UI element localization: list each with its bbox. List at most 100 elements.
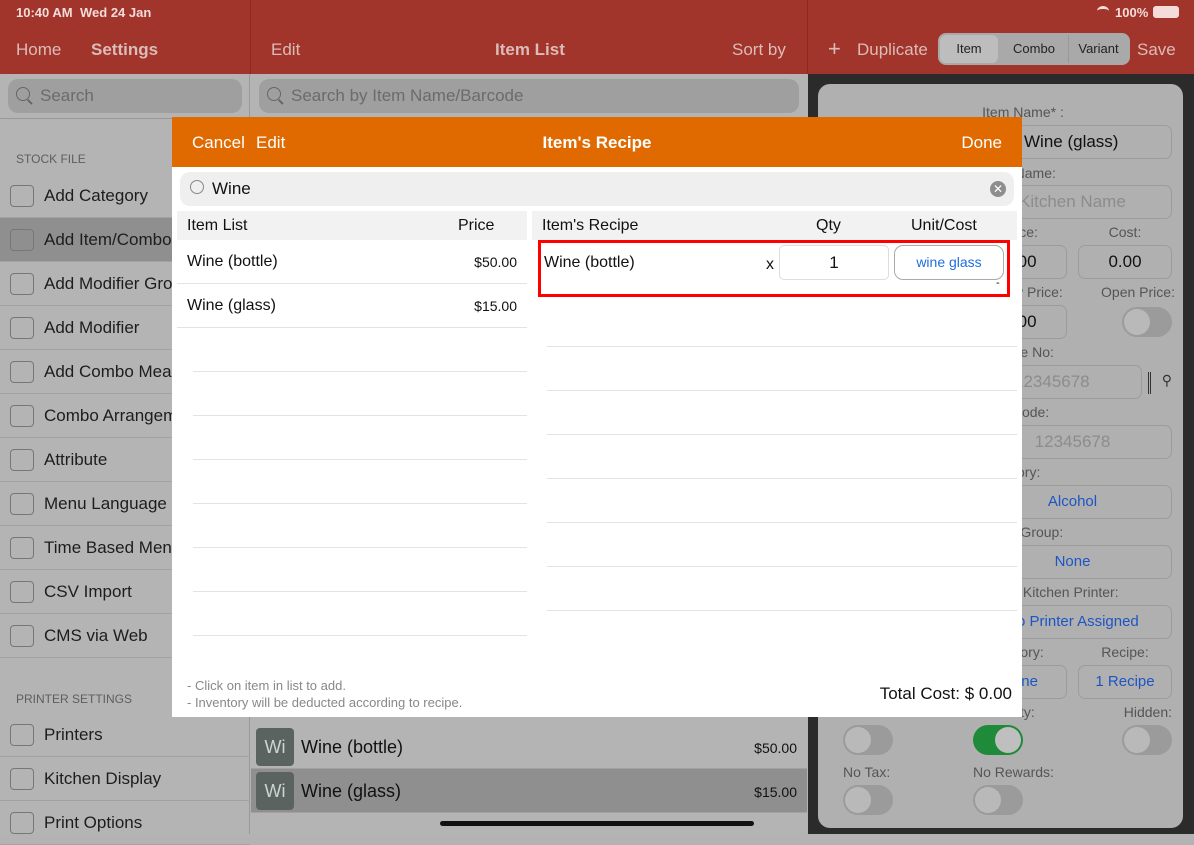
plus-icon[interactable]: + [828,36,841,62]
item-search-input[interactable]: Search by Item Name/Barcode [259,79,799,113]
empty-row [193,592,527,636]
available-item-price: $15.00 [474,298,517,314]
no-tax-label: No Tax: [843,764,891,780]
available-item-price: $50.00 [474,254,517,270]
combo-meal-icon [10,361,34,383]
qty-header: Qty [816,217,841,234]
sidebar-item-label: Attribute [44,450,108,469]
recipe-label: Recipe: [1101,644,1149,660]
sidebar-item[interactable]: Print Options [0,801,250,845]
sort-by-button[interactable]: Sort by [732,40,786,60]
modal-title: Item's Recipe [542,133,652,152]
empty-row [547,347,1017,391]
item-row[interactable]: Wi Wine (glass) $15.00 [251,769,807,813]
modal-header: Cancel Edit Item's Recipe Done [172,117,1022,167]
search-icon [267,87,281,101]
item-badge: Wi [256,772,294,810]
unit-button[interactable]: wine glass [894,245,1004,280]
qty-input[interactable]: 1 [779,245,889,280]
plus-square-icon [10,229,34,251]
tag-icon [10,449,34,471]
empty-row [547,567,1017,611]
times-sign: x [766,256,774,273]
arrangement-icon [10,405,34,427]
done-button[interactable]: Done [961,133,1002,153]
segment-item[interactable]: Item [940,35,998,63]
recipe-cost: - [996,277,1000,289]
battery-icon [1153,6,1179,18]
status-time: 10:40 AM [16,5,73,20]
total-cost: Total Cost: $ 0.00 [879,684,1012,703]
item-price: $15.00 [754,784,797,800]
sidebar-item[interactable]: Kitchen Display [0,757,250,801]
print-options-icon [10,812,34,834]
sidebar-item-label: Add Category [44,186,148,205]
recipe-button[interactable]: 1 Recipe [1078,665,1172,699]
empty-row [193,416,527,460]
segment-variant[interactable]: Variant [1068,35,1128,63]
empty-row [547,391,1017,435]
hidden-toggle[interactable] [1122,725,1172,755]
section-header-stock-file: STOCK FILE [16,152,86,166]
search-placeholder: Search [40,86,94,105]
availability-toggle[interactable] [973,725,1023,755]
sidebar-item-label: Kitchen Display [44,769,162,788]
recipe-header: Item's Recipe [542,217,639,234]
sidebar-item-label: Add Combo Meal [44,362,176,381]
recipe-item-name: Wine (bottle) [544,254,635,271]
recipe-row[interactable]: Wine (bottle) x 1 wine glass - [538,240,1010,297]
search-icon [16,87,30,101]
empty-row [193,504,527,548]
no-rewards-toggle[interactable] [973,785,1023,815]
home-indicator [440,821,754,826]
modifier-group-icon [10,273,34,295]
recipe-modal: Cancel Edit Item's Recipe Done Wine ✕ It… [172,117,1022,717]
battery-level: 100% [1115,5,1149,20]
edit-button[interactable]: Edit [271,40,300,60]
sidebar-search-input[interactable]: Search [8,79,242,113]
item-row[interactable]: Wi Wine (bottle) $50.00 [251,725,807,769]
empty-row [547,523,1017,567]
no-rewards-label: No Rewards: [973,764,1054,780]
sidebar-item-label: CMS via Web [44,626,148,645]
item-name: Wine (bottle) [301,737,404,757]
empty-row [193,460,527,504]
open-price-toggle[interactable] [1122,307,1172,337]
item-type-segmented-control: Item Combo Variant [938,33,1130,65]
clock-menu-icon [10,537,34,559]
open-price-label: Open Price: [1101,284,1175,300]
available-item-row[interactable]: Wine (bottle) $50.00 [177,240,527,284]
sidebar-item-label: Add Item/Combo [44,230,172,249]
no-tax-toggle[interactable] [843,785,893,815]
sidebar-item-label: Add Modifier [44,318,140,337]
csv-icon [10,581,34,603]
search-icon [190,180,204,194]
category-grid-icon [10,185,34,207]
sidebar-item-label: Add Modifier Group [44,274,192,293]
item-badge: Wi [256,728,294,766]
sidebar-item-label: Time Based Menu [44,538,182,557]
available-item-row[interactable]: Wine (glass) $15.00 [177,284,527,328]
empty-row [193,548,527,592]
duplicate-button[interactable]: Duplicate [857,40,928,60]
available-item-name: Wine (glass) [187,297,276,314]
web-icon [10,625,34,647]
empty-row [547,303,1017,347]
kitchen-display-icon [10,768,34,790]
unit-cost-header: Unit/Cost [911,217,977,234]
cost-input[interactable]: 0.00 [1078,245,1172,279]
sidebar-item[interactable]: Printers [0,713,250,757]
recipe-search-input[interactable]: Wine ✕ [180,172,1014,206]
divider [250,0,251,74]
clear-search-icon[interactable]: ✕ [990,181,1006,197]
cost-label: Cost: [1108,224,1142,240]
segment-combo[interactable]: Combo [1002,35,1066,63]
note-click-to-add: - Click on item in list to add. [187,678,346,693]
sidebar-item-label: CSV Import [44,582,132,601]
save-button[interactable]: Save [1137,40,1176,60]
barcode-scan-icon[interactable]: ⚲ [1148,372,1172,394]
status-date: Wed 24 Jan [80,5,152,20]
hidden-label: Hidden: [1123,704,1172,720]
toggle-a[interactable] [843,725,893,755]
home-button[interactable]: Home [16,40,61,60]
